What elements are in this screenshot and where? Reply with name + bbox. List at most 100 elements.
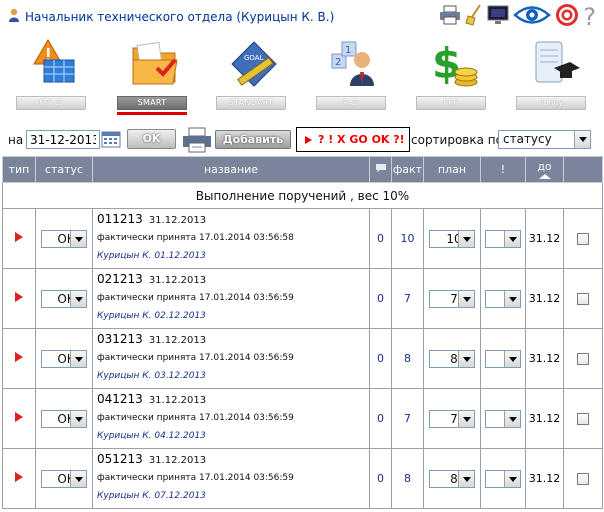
col-name[interactable]: название <box>92 156 370 183</box>
col-plan[interactable]: план <box>423 156 481 183</box>
chevron-down-icon[interactable] <box>504 350 520 367</box>
module-tab-label[interactable]: R ☷ <box>316 96 386 110</box>
type-cell[interactable] <box>2 388 36 449</box>
name-cell[interactable]: 011213 31.12.2013 фактически принята 17.0… <box>92 208 370 269</box>
task-code[interactable]: 041213 <box>97 392 143 406</box>
type-cell[interactable] <box>2 448 36 509</box>
chevron-down-icon[interactable] <box>458 290 474 307</box>
col-type[interactable]: тип <box>2 156 36 183</box>
chevron-down-icon[interactable] <box>574 131 590 148</box>
print-button-icon[interactable] <box>181 127 213 153</box>
module-pfr[interactable]: $ PFR <box>414 38 492 118</box>
name-cell[interactable]: 041213 31.12.2013 фактически принята 17.0… <box>92 388 370 449</box>
name-cell[interactable]: 021213 31.12.2013 фактически принята 17.0… <box>92 268 370 329</box>
monitor-icon[interactable] <box>487 5 509 29</box>
comments-count[interactable]: 0 <box>369 208 392 269</box>
row-checkbox[interactable] <box>577 413 589 425</box>
module-tab-label[interactable]: SMART <box>117 96 187 110</box>
add-button[interactable]: Добавить <box>215 130 291 149</box>
expand-arrow-icon[interactable] <box>15 292 23 302</box>
ok-button[interactable]: OK <box>127 129 176 149</box>
chevron-down-icon[interactable] <box>458 230 474 247</box>
expand-arrow-icon[interactable] <box>15 412 23 422</box>
name-cell[interactable]: 031213 31.12.2013 фактически принята 17.0… <box>92 328 370 389</box>
expand-arrow-icon[interactable] <box>15 472 23 482</box>
chevron-down-icon[interactable] <box>458 410 474 427</box>
chevron-down-icon[interactable] <box>504 410 520 427</box>
module-tab-label[interactable]: PFR <box>416 96 486 110</box>
chevron-down-icon[interactable] <box>70 410 86 427</box>
chevron-down-icon[interactable] <box>70 230 86 247</box>
module-r[interactable]: 2 1 R ☷ <box>314 38 392 118</box>
plan-select[interactable]: 10 <box>429 229 475 248</box>
module-tab-label[interactable]: Policy <box>516 96 586 110</box>
task-code[interactable]: 031213 <box>97 332 143 346</box>
chevron-down-icon[interactable] <box>504 290 520 307</box>
svg-text:2: 2 <box>335 57 341 68</box>
broom-icon[interactable] <box>465 4 483 30</box>
col-due[interactable]: до <box>525 156 564 183</box>
col-fact[interactable]: факт <box>391 156 424 183</box>
row-checkbox[interactable] <box>577 353 589 365</box>
task-code[interactable]: 021213 <box>97 272 143 286</box>
comments-count[interactable]: 0 <box>369 448 392 509</box>
status-select[interactable]: OK <box>41 229 87 248</box>
accepted-text: фактически принята 17.01.2014 03:56:59 <box>97 353 294 363</box>
module-tab-label[interactable]: STANDART <box>216 96 286 110</box>
status-select[interactable]: OK <box>41 409 87 428</box>
module-standart[interactable]: GOAL STANDART <box>214 38 292 118</box>
row-checkbox[interactable] <box>577 293 589 305</box>
expand-arrow-icon[interactable] <box>15 352 23 362</box>
printer-icon[interactable] <box>439 5 461 29</box>
module-policy[interactable]: Policy <box>514 38 592 118</box>
chevron-down-icon[interactable] <box>504 470 520 487</box>
priority-select[interactable] <box>485 349 521 368</box>
goal-ruler-icon: GOAL <box>231 41 277 87</box>
priority-select[interactable] <box>485 289 521 308</box>
target-icon[interactable] <box>555 3 579 31</box>
task-code[interactable]: 051213 <box>97 452 143 466</box>
status-select[interactable]: OK <box>41 349 87 368</box>
chevron-down-icon[interactable] <box>504 230 520 247</box>
module-smart[interactable]: SMART <box>115 38 193 118</box>
col-status[interactable]: статус <box>35 156 93 183</box>
type-cell[interactable] <box>2 268 36 329</box>
plan-select[interactable]: 7 <box>429 409 475 428</box>
name-cell[interactable]: 051213 31.12.2013 фактически принята 17.0… <box>92 448 370 509</box>
sort-select[interactable]: статусу <box>498 130 591 149</box>
comments-count[interactable]: 0 <box>369 268 392 329</box>
chevron-down-icon[interactable] <box>458 350 474 367</box>
task-code[interactable]: 011213 <box>97 212 143 226</box>
table-row: OK 011213 31.12.2013 фактически принята 1… <box>2 208 603 269</box>
priority-select[interactable] <box>485 409 521 428</box>
type-cell[interactable] <box>2 208 36 269</box>
col-excl[interactable]: ! <box>480 156 526 183</box>
chevron-down-icon[interactable] <box>70 350 86 367</box>
comments-count[interactable]: 0 <box>369 388 392 449</box>
plan-select[interactable]: 8 <box>429 349 475 368</box>
plan-value: 7 <box>450 411 458 426</box>
row-checkbox[interactable] <box>577 233 589 245</box>
priority-select[interactable] <box>485 229 521 248</box>
plan-select[interactable]: 7 <box>429 289 475 308</box>
calendar-icon[interactable] <box>101 131 121 148</box>
row-checkbox[interactable] <box>577 473 589 485</box>
col-comments[interactable] <box>369 156 392 183</box>
eye-icon[interactable] <box>513 4 552 30</box>
type-cell[interactable] <box>2 328 36 389</box>
chevron-down-icon[interactable] <box>70 290 86 307</box>
module-kpi[interactable]: KPI ☷ <box>14 38 92 118</box>
priority-select[interactable] <box>485 469 521 488</box>
help-icon[interactable]: ? <box>583 5 596 29</box>
status-select[interactable]: OK <box>41 289 87 308</box>
plan-cell: 7 <box>423 388 481 449</box>
plan-select[interactable]: 8 <box>429 469 475 488</box>
date-input[interactable] <box>26 130 100 149</box>
expand-arrow-icon[interactable] <box>15 232 23 242</box>
chevron-down-icon[interactable] <box>70 470 86 487</box>
module-tab-label[interactable]: KPI ☷ <box>16 96 86 110</box>
go-ok-button[interactable]: ? ! X GO OK ?! <box>296 127 410 152</box>
comments-count[interactable]: 0 <box>369 328 392 389</box>
chevron-down-icon[interactable] <box>458 470 474 487</box>
status-select[interactable]: OK <box>41 469 87 488</box>
